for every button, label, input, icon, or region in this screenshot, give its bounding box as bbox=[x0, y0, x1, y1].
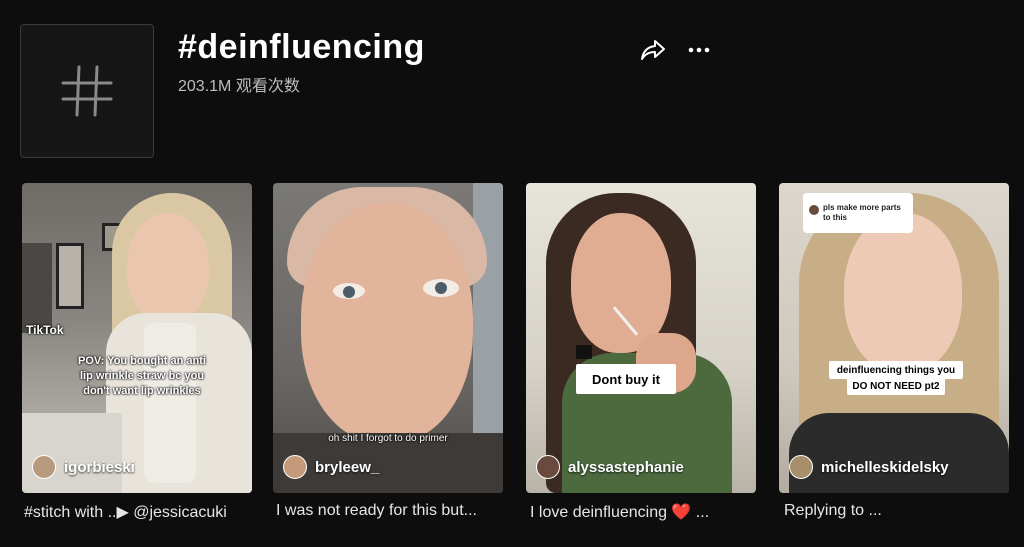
view-count: 203.1M 观看次数 bbox=[178, 78, 300, 95]
overlay-text-line: oh shit I forgot to do primer bbox=[328, 433, 448, 444]
video-caption[interactable]: I was not ready for this but... bbox=[276, 502, 508, 520]
video-caption[interactable]: Replying to ... bbox=[784, 502, 1016, 520]
username: bryleew_ bbox=[315, 458, 380, 476]
overlay-sticker: DO NOT NEED pt2 bbox=[847, 377, 945, 395]
tiktok-watermark: TikTok bbox=[26, 323, 64, 337]
avatar bbox=[32, 455, 56, 479]
reply-comment-text: pls make more parts to this bbox=[823, 203, 901, 222]
overlay-text-line: lip wrinkle straw bc you bbox=[79, 370, 205, 382]
person-face bbox=[127, 213, 209, 323]
share-icon[interactable] bbox=[640, 38, 666, 62]
avatar bbox=[283, 455, 307, 479]
video-card-2[interactable]: oh shit I forgot to do primer bryleew_ bbox=[273, 183, 503, 493]
cup bbox=[144, 323, 196, 483]
username: igorbieski bbox=[64, 458, 135, 476]
video-author[interactable]: michelleskidelsky bbox=[789, 455, 949, 479]
hashtag-icon bbox=[61, 65, 113, 117]
overlay-sticker: Dont buy it bbox=[576, 364, 676, 394]
person-face bbox=[844, 213, 962, 373]
overlay-text-line: don't want lip wrinkles bbox=[83, 385, 201, 397]
avatar bbox=[789, 455, 813, 479]
username: michelleskidelsky bbox=[821, 458, 949, 476]
video-card-1[interactable]: TikTok POV: You bought an anti lip wrink… bbox=[22, 183, 252, 493]
avatar bbox=[809, 205, 819, 215]
person-face bbox=[301, 203, 473, 443]
video-author[interactable]: alyssastephanie bbox=[536, 455, 684, 479]
person-face bbox=[571, 213, 671, 353]
tiktok-logo-icon bbox=[576, 345, 592, 359]
overlay-text-line: POV: You bought an anti bbox=[78, 355, 206, 367]
video-author[interactable]: igorbieski bbox=[32, 455, 135, 479]
hashtag-avatar bbox=[20, 24, 154, 158]
top-shirt bbox=[789, 413, 1009, 493]
wall-frame bbox=[56, 243, 84, 309]
page-title: #deinfluencing bbox=[178, 28, 425, 66]
video-author[interactable]: bryleew_ bbox=[283, 455, 379, 479]
video-caption[interactable]: #stitch with ..▶ @jessicacuki bbox=[24, 502, 256, 522]
avatar bbox=[536, 455, 560, 479]
video-caption[interactable]: I love deinfluencing ❤️ ... bbox=[530, 502, 762, 522]
video-card-4[interactable]: pls make more parts to this deinfluencin… bbox=[779, 183, 1009, 493]
video-card-3[interactable]: Dont buy it alyssastephanie bbox=[526, 183, 756, 493]
username: alyssastephanie bbox=[568, 458, 684, 476]
more-icon[interactable] bbox=[686, 38, 712, 62]
